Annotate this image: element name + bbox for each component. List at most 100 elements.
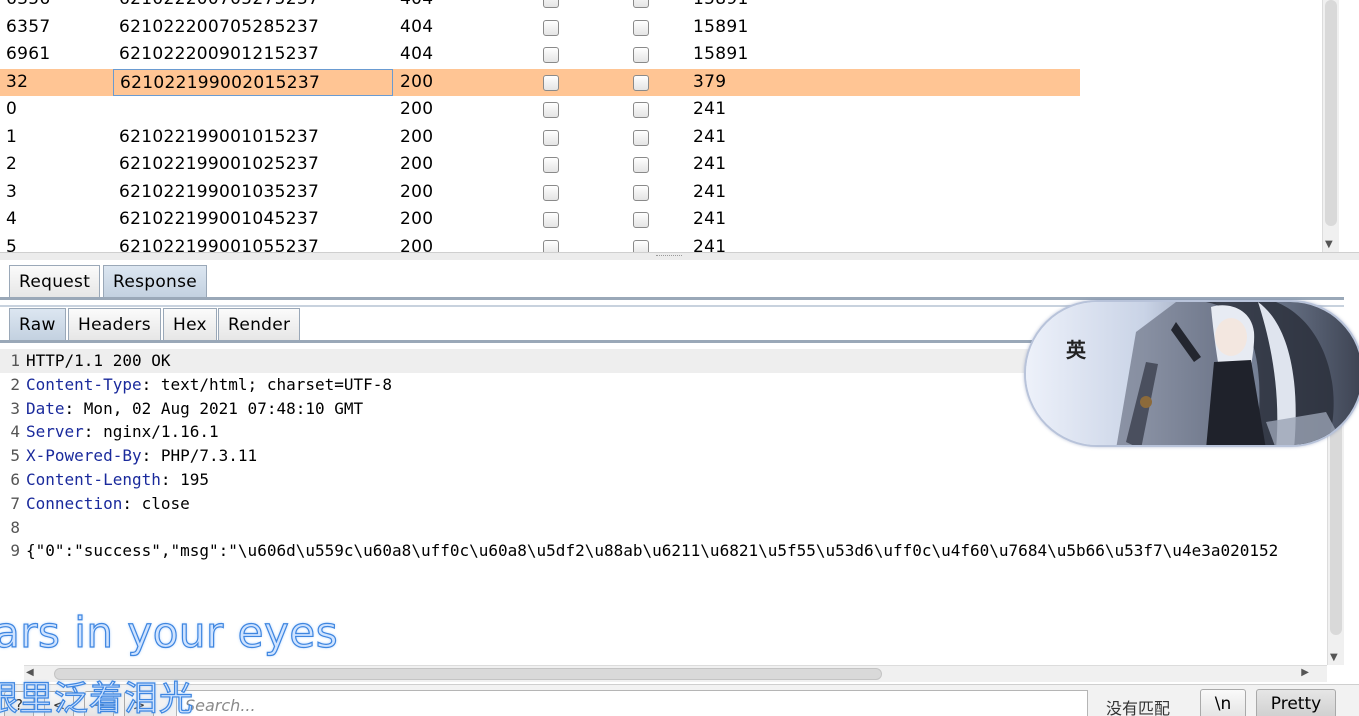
line-content: Content-Length: 195 bbox=[26, 468, 209, 492]
code-line: 9 {"0":"success","msg":"\u606d\u559c\u60a… bbox=[0, 539, 1327, 563]
bubble-glyph: 英 bbox=[1066, 338, 1086, 362]
header-value: : text/html; charset=UTF-8 bbox=[141, 374, 393, 394]
anime-character-illustration bbox=[1026, 302, 1359, 445]
table-row-selected[interactable]: 32 621022199002015237 200 379 bbox=[0, 68, 1080, 96]
cell-length: 241 bbox=[693, 209, 727, 229]
cell-request-id: 1 bbox=[6, 126, 18, 147]
cell-payload: 621022200901215237 bbox=[119, 44, 320, 64]
cell-request-id: 5 bbox=[6, 236, 18, 253]
table-row[interactable]: 2 621022199001025237 200 241 bbox=[0, 151, 1080, 179]
header-name: Content-Type bbox=[26, 374, 142, 394]
code-line: 7 Connection: close bbox=[0, 492, 1327, 516]
cell-length: 15891 bbox=[693, 44, 749, 64]
code-line: 8 bbox=[0, 516, 1327, 540]
avatar-bubble-widget[interactable]: 英 bbox=[1024, 300, 1359, 447]
header-value: : 195 bbox=[160, 469, 210, 489]
timeout-checkbox[interactable] bbox=[633, 157, 649, 173]
split-pane-divider[interactable] bbox=[0, 252, 1359, 260]
tab-response[interactable]: Response bbox=[103, 265, 208, 297]
header-value: HTTP/1.1 200 OK bbox=[26, 351, 171, 370]
error-checkbox[interactable] bbox=[543, 239, 559, 252]
timeout-checkbox[interactable] bbox=[633, 0, 649, 8]
table-row[interactable]: 5 621022199001055237 200 241 bbox=[0, 234, 1080, 253]
cell-length: 241 bbox=[693, 236, 727, 253]
line-content: Connection: close bbox=[26, 492, 190, 516]
results-table[interactable]: 6356 621022200705275237 404 15891 6357 621022… bbox=[0, 0, 1322, 252]
error-checkbox[interactable] bbox=[543, 129, 559, 146]
results-table-body: 6356 621022200705275237 404 15891 6357 621022… bbox=[0, 0, 1080, 252]
line-number: 9 bbox=[10, 541, 20, 561]
tab-hex[interactable]: Hex bbox=[163, 308, 217, 340]
line-number: 1 bbox=[10, 351, 20, 370]
cell-length: 241 bbox=[693, 99, 727, 119]
cell-length: 379 bbox=[693, 71, 727, 92]
header-value: {"0":"success","msg":"\u606d\u559c\u60a8… bbox=[26, 541, 1279, 561]
scroll-down-arrow-icon[interactable]: ▼ bbox=[1325, 239, 1333, 250]
line-number: 3 bbox=[10, 398, 20, 418]
table-row[interactable]: 4 621022199001045237 200 241 bbox=[0, 206, 1080, 234]
divider-grip[interactable] bbox=[656, 255, 682, 258]
error-checkbox[interactable] bbox=[543, 102, 559, 118]
tab-headers[interactable]: Headers bbox=[68, 308, 161, 340]
timeout-checkbox[interactable] bbox=[633, 47, 649, 63]
cell-status: 200 bbox=[400, 126, 434, 147]
shirt-icon[interactable] bbox=[1026, 302, 1048, 322]
search-input[interactable] bbox=[176, 690, 1088, 716]
table-row[interactable]: 0 200 241 bbox=[0, 96, 1080, 124]
error-checkbox[interactable] bbox=[543, 212, 559, 228]
scroll-down-arrow-icon[interactable]: ▼ bbox=[1330, 652, 1338, 663]
line-number: 8 bbox=[10, 517, 20, 537]
header-value: : nginx/1.16.1 bbox=[83, 422, 219, 442]
table-row[interactable]: 6356 621022200705275237 404 15891 bbox=[0, 0, 1080, 14]
scroll-right-arrow-icon[interactable]: ▶ bbox=[1301, 667, 1309, 678]
desktop-lyric-chinese: 眼里泛着泪光 bbox=[0, 678, 194, 716]
cell-length: 15891 bbox=[693, 0, 749, 14]
cell-request-id: 4 bbox=[6, 209, 18, 229]
cell-payload: 621022199001045237 bbox=[119, 209, 320, 229]
tab-raw[interactable]: Raw bbox=[9, 308, 66, 340]
code-line: 5 X-Powered-By: PHP/7.3.11 bbox=[0, 444, 1327, 468]
table-row[interactable]: 1 621022199001015237 200 241 bbox=[0, 124, 1080, 152]
timeout-checkbox[interactable] bbox=[633, 212, 649, 228]
cell-request-id: 6356 bbox=[6, 0, 50, 14]
error-checkbox[interactable] bbox=[543, 47, 559, 63]
line-number: 5 bbox=[10, 446, 20, 466]
cell-status: 200 bbox=[400, 154, 434, 174]
header-name: Connection bbox=[26, 493, 123, 513]
cell-status: 200 bbox=[400, 209, 434, 229]
pretty-toggle-button[interactable]: Pretty bbox=[1256, 689, 1336, 716]
results-scrollbar-thumb[interactable] bbox=[1325, 0, 1337, 226]
table-row[interactable]: 6961 621022200901215237 404 15891 bbox=[0, 41, 1080, 69]
tab-render[interactable]: Render bbox=[218, 308, 301, 340]
table-row[interactable]: 6357 621022200705285237 404 15891 bbox=[0, 14, 1080, 42]
timeout-checkbox[interactable] bbox=[633, 184, 649, 201]
error-checkbox[interactable] bbox=[543, 157, 559, 173]
error-checkbox[interactable] bbox=[543, 74, 559, 91]
header-value: : Mon, 02 Aug 2021 07:48:10 GMT bbox=[64, 398, 364, 418]
timeout-checkbox[interactable] bbox=[633, 19, 649, 36]
cell-request-id: 3 bbox=[6, 181, 18, 202]
tab-request[interactable]: Request bbox=[9, 265, 101, 297]
request-response-tabs: Request Response bbox=[0, 262, 1344, 300]
line-number: 7 bbox=[10, 493, 20, 513]
line-content: Date: Mon, 02 Aug 2021 07:48:10 GMT bbox=[26, 397, 363, 421]
timeout-checkbox[interactable] bbox=[633, 239, 649, 252]
timeout-checkbox[interactable] bbox=[633, 129, 649, 146]
editor-horizontal-scrollbar[interactable]: ◀ ▶ bbox=[24, 665, 1327, 682]
error-checkbox[interactable] bbox=[543, 19, 559, 36]
results-scrollbar[interactable]: ▼ bbox=[1322, 0, 1339, 252]
timeout-checkbox[interactable] bbox=[633, 102, 649, 118]
error-checkbox[interactable] bbox=[543, 0, 559, 8]
cell-request-id: 32 bbox=[6, 71, 29, 92]
cell-length: 241 bbox=[693, 181, 727, 202]
line-number: 6 bbox=[10, 469, 20, 489]
error-checkbox[interactable] bbox=[543, 184, 559, 201]
cell-status: 404 bbox=[400, 0, 433, 14]
newline-toggle-button[interactable]: \n bbox=[1200, 689, 1246, 716]
cell-payload: 621022200705285237 bbox=[119, 16, 320, 37]
table-row[interactable]: 3 621022199001035237 200 241 bbox=[0, 179, 1080, 207]
line-content: {"0":"success","msg":"\u606d\u559c\u60a8… bbox=[26, 539, 1278, 563]
timeout-checkbox[interactable] bbox=[633, 74, 649, 91]
cell-length: 241 bbox=[693, 126, 727, 147]
line-content: Server: nginx/1.16.1 bbox=[26, 420, 219, 444]
